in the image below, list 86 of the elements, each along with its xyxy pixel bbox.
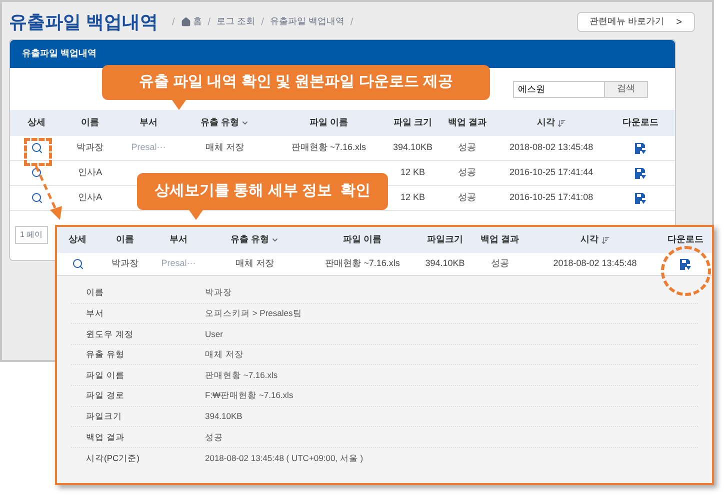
column-header[interactable]: 시각 — [536, 116, 566, 130]
column-header: 다운로드 — [668, 233, 704, 246]
caret-icon — [240, 119, 249, 127]
table-cell-text: 매체 저장 — [236, 257, 274, 270]
field-label: 부서 — [85, 307, 105, 320]
breadcrumb-separator: / — [208, 16, 211, 30]
breadcrumb-separator: / — [172, 16, 175, 30]
table-cell-text: 인사A — [78, 191, 102, 204]
column-header[interactable]: 유출 유형 — [230, 233, 280, 247]
field-value: 매체 저장 — [205, 348, 244, 361]
download-icon[interactable] — [634, 142, 647, 154]
breadcrumb-item[interactable]: 유출파일 백업내역 — [270, 15, 344, 29]
download-icon[interactable] — [634, 192, 647, 204]
column-header[interactable]: 시각 — [580, 233, 610, 247]
column-header: 파일크기 — [427, 233, 463, 246]
related-menu-button[interactable]: 관련메뉴 바로가기 > — [576, 12, 695, 32]
column-header: 상세 — [28, 116, 46, 130]
column-header[interactable]: 유출 유형 — [200, 116, 249, 130]
home-icon — [180, 17, 191, 27]
table-cell-text: 2018-08-02 13:45:48 — [510, 141, 594, 154]
table-cell-text: 인사A — [78, 166, 102, 180]
column-header: 파일 크기 — [394, 116, 432, 130]
breadcrumb-separator: / — [350, 16, 354, 30]
column-header: 파일 이름 — [309, 116, 348, 130]
breadcrumb-item[interactable]: 로그 조회 — [216, 15, 256, 29]
table-cell-text: 판매현황 ~7.16.xls — [325, 257, 400, 270]
table-cell-text: 394.10KB — [425, 257, 465, 270]
column-header: 이름 — [81, 116, 100, 130]
table-cell-text: 2018-08-02 13:45:48 — [553, 257, 637, 270]
table-cell-text: 박과장 — [76, 141, 104, 154]
callout-pointer — [172, 100, 186, 110]
table-cell-text: 박과장 — [112, 257, 138, 270]
field-label: 파일 경로 — [85, 389, 126, 402]
caret-icon — [271, 236, 280, 244]
table-cell-text: 2016-10-25 17:41:08 — [510, 191, 594, 204]
search-button[interactable]: 검색 — [605, 80, 648, 98]
column-header: 이름 — [116, 233, 134, 246]
field-label: 이름 — [85, 286, 105, 300]
breadcrumb-item[interactable]: 홈 — [192, 15, 202, 29]
field-value: F:₩판매현황 ~7.16.xls — [205, 389, 294, 402]
search-icon[interactable] — [30, 142, 43, 154]
table-cell-text: Presal··· — [161, 257, 196, 270]
download-icon[interactable] — [679, 258, 692, 270]
field-value: 성공 — [205, 430, 223, 444]
field-value: 394.10KB — [205, 410, 242, 423]
table-cell-text: 성공 — [458, 166, 476, 180]
table-cell-text: Presal··· — [131, 141, 166, 154]
field-value: 오피스키퍼 > Presales팀 — [205, 307, 302, 320]
table-cell-text: 성공 — [458, 141, 476, 154]
table-cell-text: 매체 저장 — [205, 141, 244, 154]
field-value: 2018-08-02 13:45:48 ( UTC+09:00, 서울 ) — [205, 452, 364, 464]
table-cell-text: 판매현황 ~7.16.xls — [291, 141, 366, 154]
field-value: 박과장 — [205, 286, 232, 300]
field-label: 유출 유형 — [85, 348, 126, 361]
column-header: 백업 결과 — [480, 233, 520, 246]
table-cell-text: 성공 — [458, 191, 476, 204]
column-header: 상세 — [68, 233, 86, 246]
column-header: 파일 이름 — [343, 233, 382, 246]
column-header: 다운로드 — [622, 116, 658, 130]
highlight-frame — [24, 138, 52, 166]
field-value: 판매현황 ~7.16.xls — [205, 368, 278, 382]
sort-icon — [600, 236, 610, 244]
search-icon[interactable] — [30, 167, 43, 179]
page-title: 유출파일 백업내역 — [9, 10, 158, 34]
table-cell-text: 12 KB — [400, 166, 426, 180]
field-label: 백업 결과 — [85, 430, 126, 444]
table-cell-text: 2016-10-25 17:41:44 — [510, 166, 594, 180]
column-header: 백업 결과 — [448, 116, 486, 130]
field-label: 파일 이름 — [85, 368, 126, 382]
page-selector[interactable]: 1 페이 — [15, 226, 48, 244]
search-icon[interactable] — [72, 258, 84, 270]
field-label: 시각(PC기준) — [85, 452, 140, 464]
column-header: 부서 — [170, 233, 188, 246]
search-field[interactable]: 에스원 — [513, 80, 605, 98]
field-value: User — [205, 328, 223, 340]
table-cell-text: 성공 — [491, 257, 509, 270]
column-header: 부서 — [140, 116, 158, 130]
field-label: 윈도우 계정 — [85, 328, 134, 340]
field-label: 파일크기 — [85, 410, 123, 423]
panel-title: 유출파일 백업내역 — [22, 47, 97, 60]
sort-icon — [556, 118, 566, 128]
search-icon[interactable] — [30, 192, 43, 204]
download-icon[interactable] — [634, 166, 647, 180]
table-cell-text: 12 KB — [400, 191, 426, 204]
breadcrumb-separator: / — [261, 16, 264, 30]
table-cell-text: 394.10KB — [392, 141, 433, 154]
